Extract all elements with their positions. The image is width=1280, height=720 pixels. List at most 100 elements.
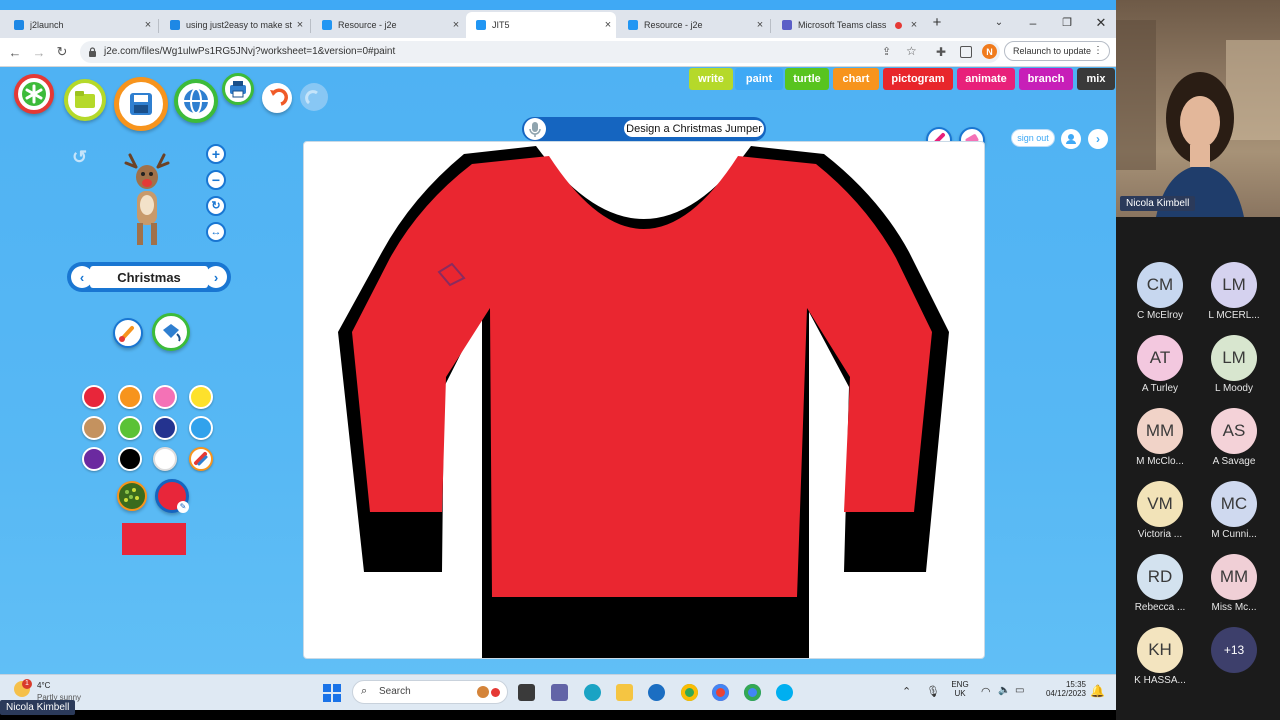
mode-tab-pictogram[interactable]: pictogram xyxy=(883,68,953,90)
close-tab-icon[interactable]: × xyxy=(140,19,156,31)
brush-tool-button[interactable] xyxy=(113,318,143,348)
share-icon[interactable]: ⇪ xyxy=(882,45,891,58)
volume-muted-icon[interactable]: 🔈 xyxy=(998,685,1010,696)
browser-tab[interactable]: j2launch × xyxy=(4,12,156,38)
paint-canvas[interactable] xyxy=(303,141,985,659)
bookmark-star-icon[interactable]: ☆ xyxy=(906,44,917,58)
mode-tab-write[interactable]: write xyxy=(689,68,733,90)
battery-icon[interactable]: ▭ xyxy=(1015,685,1024,696)
share-button[interactable] xyxy=(174,79,218,123)
participant-tile[interactable]: MM Miss Mc... xyxy=(1197,554,1271,620)
extensions-puzzle-icon[interactable]: ✚ xyxy=(936,45,946,59)
chrome-second-icon[interactable] xyxy=(744,684,761,701)
current-color-button[interactable]: ✎ xyxy=(155,479,189,513)
color-swatch-black[interactable] xyxy=(118,447,142,471)
file-explorer-icon[interactable] xyxy=(616,684,633,701)
color-swatch-navy[interactable] xyxy=(153,416,177,440)
color-swatch-white[interactable] xyxy=(153,447,177,471)
rotate-left-icon[interactable]: ↺ xyxy=(72,147,92,167)
teams-chat-icon[interactable] xyxy=(551,684,568,701)
mode-tab-animate[interactable]: animate xyxy=(957,68,1015,90)
user-account-button[interactable] xyxy=(1061,129,1081,149)
color-swatch-green[interactable] xyxy=(118,416,142,440)
browser-tab-active[interactable]: JIT5 × xyxy=(466,12,616,38)
show-hidden-icons-chevron-icon[interactable]: ⌃ xyxy=(902,685,911,698)
mode-tab-chart[interactable]: chart xyxy=(833,68,879,90)
system-clock[interactable]: 15:35 04/12/2023 xyxy=(1036,680,1086,698)
mode-tab-branch[interactable]: branch xyxy=(1019,68,1073,90)
next-panel-chevron-icon[interactable]: › xyxy=(1088,129,1108,149)
browser-tab[interactable]: Resource - j2e × xyxy=(312,12,464,38)
color-swatch-pink[interactable] xyxy=(153,385,177,409)
task-view-icon[interactable] xyxy=(518,684,535,701)
microphone-tray-icon[interactable]: 🎙 xyxy=(926,685,940,698)
more-participants-button[interactable]: +13 xyxy=(1197,627,1271,693)
flip-stamp-button[interactable]: ↔ xyxy=(206,222,226,242)
relaunch-to-update-button[interactable]: Relaunch to update ⋮ xyxy=(1004,41,1110,61)
color-swatch-tan[interactable] xyxy=(82,416,106,440)
fill-tool-button[interactable] xyxy=(152,313,190,351)
close-tab-icon[interactable]: × xyxy=(448,19,464,31)
close-tab-icon[interactable]: × xyxy=(906,19,922,31)
texture-picker-button[interactable] xyxy=(117,481,147,511)
reindeer-stamp-image[interactable] xyxy=(122,153,172,249)
side-panel-icon[interactable] xyxy=(960,46,972,58)
close-tab-icon[interactable]: × xyxy=(600,19,616,31)
save-button[interactable] xyxy=(114,77,168,131)
redo-button[interactable] xyxy=(300,83,328,111)
next-category-button[interactable]: › xyxy=(205,266,227,288)
close-tab-icon[interactable]: × xyxy=(292,19,308,31)
participant-tile[interactable]: LM L Moody xyxy=(1197,335,1271,401)
mode-tab-mix[interactable]: mix xyxy=(1077,68,1115,90)
chrome-profile-icon[interactable] xyxy=(681,684,698,701)
sign-out-button[interactable]: sign out xyxy=(1011,129,1055,147)
print-button[interactable] xyxy=(222,73,254,105)
zoom-in-button[interactable]: + xyxy=(206,144,226,164)
notification-bell-icon[interactable]: 🔔 xyxy=(1090,684,1105,698)
color-swatch-red[interactable] xyxy=(82,385,106,409)
mode-tab-paint[interactable]: paint xyxy=(735,68,783,90)
color-swatch-orange[interactable] xyxy=(118,385,142,409)
zoom-out-button[interactable]: − xyxy=(206,170,226,190)
chrome-icon[interactable] xyxy=(712,684,729,701)
new-tab-button[interactable]: + xyxy=(928,14,946,32)
windows-start-icon[interactable] xyxy=(323,684,341,702)
browser-tab[interactable]: Resource - j2e × xyxy=(618,12,768,38)
participant-tile[interactable]: VM Victoria ... xyxy=(1123,481,1197,547)
profile-avatar[interactable]: N xyxy=(982,44,997,59)
rotate-stamp-button[interactable]: ↻ xyxy=(206,196,226,216)
open-folder-button[interactable] xyxy=(64,79,106,121)
address-bar[interactable]: j2e.com/files/Wg1ulwPs1RG5JNvj?worksheet… xyxy=(80,41,1000,63)
close-tab-icon[interactable]: × xyxy=(752,19,768,31)
close-window-icon[interactable]: ✕ xyxy=(1092,14,1110,32)
skype-icon[interactable] xyxy=(776,684,793,701)
color-swatch-blue[interactable] xyxy=(189,416,213,440)
back-arrow-icon[interactable]: ← xyxy=(6,43,24,61)
mode-tab-turtle[interactable]: turtle xyxy=(785,68,829,90)
color-swatch-yellow[interactable] xyxy=(189,385,213,409)
participant-tile[interactable]: KH K HASSA... xyxy=(1123,627,1197,693)
participant-tile[interactable]: LM L MCERL... xyxy=(1197,262,1271,328)
taskbar-search-box[interactable]: ⌕ Search xyxy=(352,680,508,704)
participant-tile[interactable]: MM M McClo... xyxy=(1123,408,1197,474)
browser-tab[interactable]: using just2easy to make st × xyxy=(160,12,308,38)
onedrive-app-icon[interactable] xyxy=(648,684,665,701)
participant-tile[interactable]: AT A Turley xyxy=(1123,335,1197,401)
document-title[interactable]: Design a Christmas Jumper xyxy=(624,120,764,137)
edge-browser-icon[interactable] xyxy=(584,684,601,701)
new-file-button[interactable] xyxy=(14,74,54,114)
reload-icon[interactable]: ↻ xyxy=(53,43,71,61)
participant-tile[interactable]: AS A Savage xyxy=(1197,408,1271,474)
restore-window-icon[interactable]: ❐ xyxy=(1058,14,1076,32)
wifi-icon[interactable]: ◠ xyxy=(981,685,991,698)
color-swatch-purple[interactable] xyxy=(82,447,106,471)
browser-tab[interactable]: Microsoft Teams class × xyxy=(772,12,922,38)
participant-tile[interactable]: RD Rebecca ... xyxy=(1123,554,1197,620)
undo-button[interactable] xyxy=(262,83,292,113)
tab-search-chevron-icon[interactable]: ⌄ xyxy=(992,14,1006,32)
participant-tile[interactable]: MC M Cunni... xyxy=(1197,481,1271,547)
microphone-button[interactable] xyxy=(524,118,546,140)
forward-arrow-icon[interactable]: → xyxy=(30,43,48,61)
minimize-window-icon[interactable]: – xyxy=(1024,14,1042,32)
presenter-video[interactable]: Nicola Kimbell xyxy=(1116,0,1280,217)
